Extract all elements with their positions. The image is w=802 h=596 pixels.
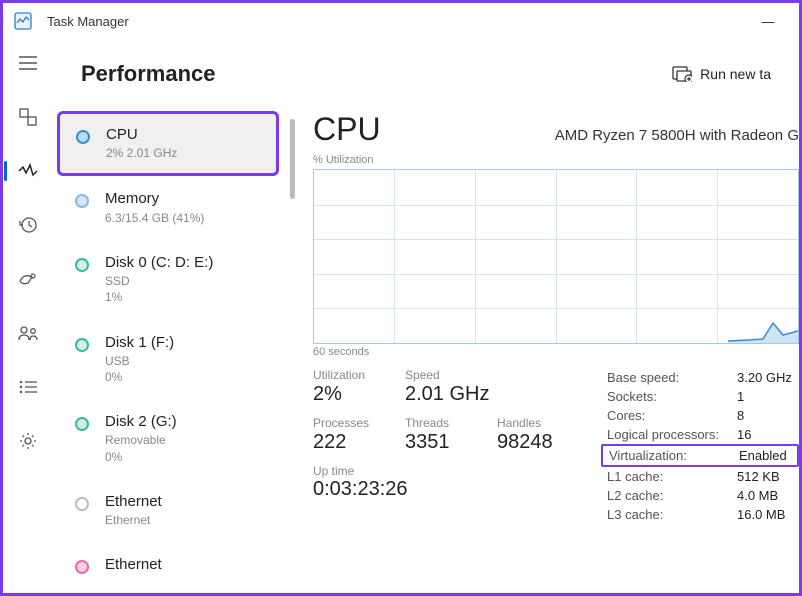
memory-dot-icon	[75, 194, 89, 208]
nav-details[interactable]	[8, 367, 48, 407]
stat-label: Up time	[313, 464, 573, 478]
stat-label: Utilization	[313, 368, 389, 382]
list-item-label: Ethernet	[105, 556, 162, 573]
prop-val: 16	[737, 427, 751, 442]
nav-services[interactable]	[8, 421, 48, 461]
cpu-utilization-chart	[313, 169, 799, 344]
disk-dot-icon	[75, 417, 89, 431]
app-icon	[11, 9, 35, 33]
list-item-sub: SSD 1%	[105, 273, 213, 305]
detail-title: CPU	[313, 111, 381, 148]
list-scrollbar[interactable]	[285, 109, 299, 593]
nav-users[interactable]	[8, 313, 48, 353]
list-item-cpu[interactable]: CPU 2% 2.01 GHz	[57, 111, 279, 176]
ethernet-dot-icon	[75, 560, 89, 574]
scroll-thumb[interactable]	[290, 119, 295, 199]
stat-value: 98248	[497, 431, 573, 454]
prop-key: Logical processors:	[607, 427, 737, 442]
prop-key: L3 cache:	[607, 507, 737, 522]
cpu-dot-icon	[76, 130, 90, 144]
prop-val: 4.0 MB	[737, 488, 778, 503]
nav-performance[interactable]	[8, 151, 48, 191]
stat-label: Processes	[313, 416, 389, 430]
minimize-button[interactable]: —	[745, 3, 791, 39]
list-item-label: Disk 2 (G:)	[105, 413, 177, 430]
list-item-label: Disk 1 (F:)	[105, 334, 174, 351]
nav-menu-button[interactable]	[8, 43, 48, 83]
prop-key: Virtualization:	[609, 448, 739, 463]
list-item-label: Memory	[105, 190, 204, 207]
disk-dot-icon	[75, 258, 89, 272]
detail-subtitle: AMD Ryzen 7 5800H with Radeon G	[555, 127, 799, 144]
stat-value: 0:03:23:26	[313, 478, 573, 501]
nav-app-history[interactable]	[8, 205, 48, 245]
prop-val: 1	[737, 389, 744, 404]
page-title: Performance	[81, 61, 672, 87]
prop-key: Base speed:	[607, 370, 737, 385]
run-new-task-icon	[672, 66, 692, 82]
list-item-sub: Removable 0%	[105, 432, 177, 464]
cpu-properties: Base speed:3.20 GHz Sockets:1 Cores:8 Lo…	[601, 368, 799, 524]
list-item-memory[interactable]: Memory 6.3/15.4 GB (41%)	[57, 176, 279, 239]
prop-val: 3.20 GHz	[737, 370, 792, 385]
prop-key: Cores:	[607, 408, 737, 423]
list-item-label: Ethernet	[105, 493, 162, 510]
nav-processes[interactable]	[8, 97, 48, 137]
stat-value: 2.01 GHz	[405, 383, 515, 406]
performance-list: CPU 2% 2.01 GHz Memory 6.3/15.4 GB (41%)	[55, 109, 285, 593]
prop-key: L2 cache:	[607, 488, 737, 503]
stat-value: 2%	[313, 383, 389, 406]
nav-rail	[3, 39, 53, 593]
chart-footer: 60 seconds	[313, 346, 799, 358]
disk-dot-icon	[75, 338, 89, 352]
detail-pane: CPU AMD Ryzen 7 5800H with Radeon G % Ut…	[299, 109, 799, 593]
stat-value: 222	[313, 431, 389, 454]
list-item-ethernet-1[interactable]: Ethernet Ethernet	[57, 479, 279, 542]
list-item-disk2[interactable]: Disk 2 (G:) Removable 0%	[57, 399, 279, 479]
stat-label: Speed	[405, 368, 515, 382]
cpu-stats: Utilization 2% Speed 2.01 GHz	[313, 368, 573, 524]
app-title: Task Manager	[47, 14, 129, 29]
prop-val: 16.0 MB	[737, 507, 785, 522]
prop-row-virtualization: Virtualization:Enabled	[601, 444, 799, 467]
chart-header: % Utilization	[313, 154, 799, 166]
list-item-label: CPU	[106, 126, 177, 143]
list-item-disk0[interactable]: Disk 0 (C: D: E:) SSD 1%	[57, 240, 279, 320]
list-item-sub: Ethernet	[105, 512, 162, 528]
prop-key: L1 cache:	[607, 469, 737, 484]
stat-value: 3351	[405, 431, 481, 454]
list-item-sub: 2% 2.01 GHz	[106, 145, 177, 161]
list-item-sub: 6.3/15.4 GB (41%)	[105, 210, 204, 226]
prop-val: Enabled	[739, 448, 787, 463]
prop-val: 512 KB	[737, 469, 780, 484]
stat-label: Handles	[497, 416, 573, 430]
list-item-label: Disk 0 (C: D: E:)	[105, 254, 213, 271]
prop-key: Sockets:	[607, 389, 737, 404]
list-item-ethernet-2[interactable]: Ethernet	[57, 542, 279, 592]
ethernet-dot-icon	[75, 497, 89, 511]
titlebar: Task Manager —	[3, 3, 799, 39]
nav-startup-apps[interactable]	[8, 259, 48, 299]
prop-val: 8	[737, 408, 744, 423]
run-new-task-button[interactable]: Run new ta	[672, 66, 771, 82]
run-new-task-label: Run new ta	[700, 66, 771, 82]
stat-label: Threads	[405, 416, 481, 430]
list-item-sub: USB 0%	[105, 353, 174, 385]
list-item-disk1[interactable]: Disk 1 (F:) USB 0%	[57, 320, 279, 400]
